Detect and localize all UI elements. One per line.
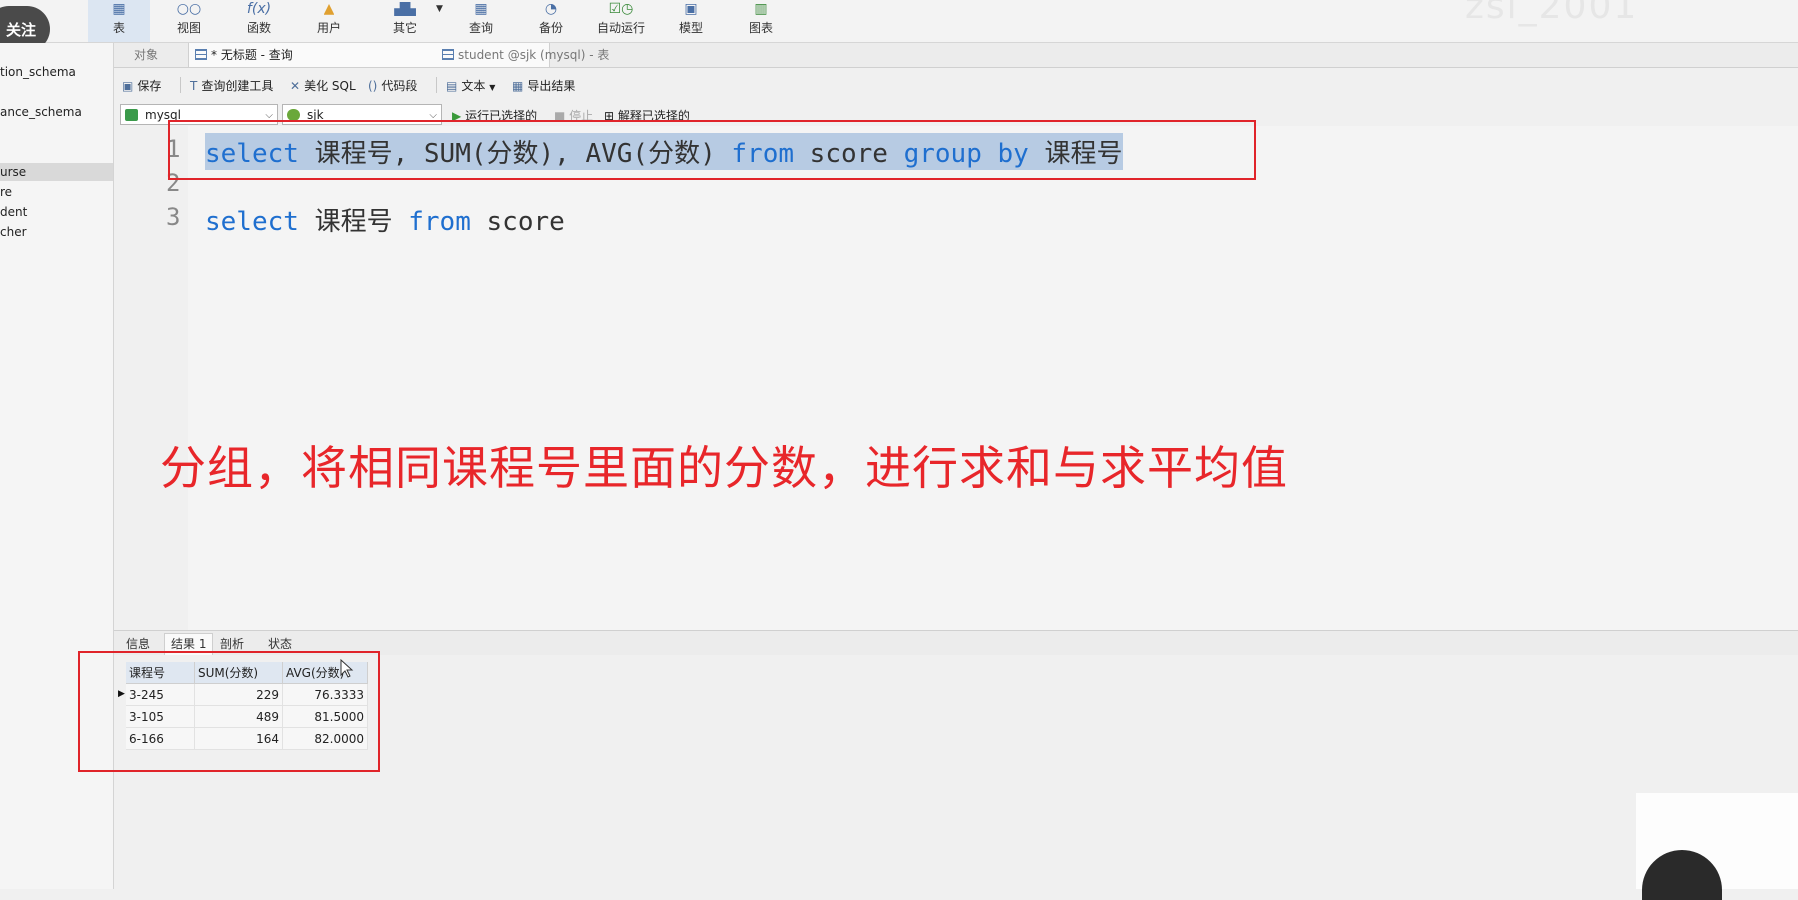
ribbon-auto-run-button[interactable]: ☑◷ 自动运行	[590, 0, 652, 42]
ribbon-label: 其它	[392, 21, 417, 35]
watermark: zsl_2001	[1465, 0, 1639, 27]
line-number: 3	[166, 203, 181, 231]
toolbar-divider	[436, 77, 437, 93]
ribbon-label: 表	[112, 21, 125, 35]
nav-item-course[interactable]: urse	[0, 163, 113, 181]
tab-student-table[interactable]: student @sjk (mysql) - 表	[436, 43, 798, 67]
export-label: 导出结果	[527, 79, 576, 93]
export-result-button[interactable]: ▦ 导出结果	[512, 77, 575, 94]
code-text: score	[470, 207, 565, 237]
ribbon-table-button[interactable]: ▦ 表	[88, 0, 150, 42]
auto-run-icon: ☑◷	[608, 2, 634, 16]
ribbon-label: 函数	[246, 21, 271, 35]
tab-label: student @sjk (mysql) - 表	[458, 48, 610, 62]
ribbon-user-button[interactable]: ▲ 用户	[298, 0, 360, 42]
backup-icon: ◔	[544, 2, 558, 16]
query-builder-label: 查询创建工具	[201, 79, 274, 93]
document-tab-bar: 对象 * 无标题 - 查询 student @sjk (mysql) - 表	[114, 43, 1798, 68]
ribbon-label: 备份	[538, 21, 563, 35]
ribbon-label: 图表	[748, 21, 773, 35]
nav-item-schema[interactable]: tion_schema	[0, 63, 113, 81]
ribbon-function-button[interactable]: f(x) 函数	[228, 0, 290, 42]
save-button[interactable]: ▣ 保存	[122, 77, 161, 94]
main-ribbon: 关注 ▦ 表 ○○ 视图 f(x) 函数 ▲ 用户 ▟▙ 其它 ▼ ▦ 查询 ◔…	[0, 0, 1798, 52]
keyword: select	[205, 207, 299, 237]
mouse-cursor-icon	[340, 659, 354, 678]
snippet-label: 代码段	[381, 79, 418, 93]
keyword: from	[408, 207, 471, 237]
ribbon-label: 查询	[468, 21, 493, 35]
toolbar-divider	[180, 77, 181, 93]
export-icon: ▦	[512, 79, 524, 93]
wand-icon: ✕	[290, 79, 301, 93]
beautify-sql-button[interactable]: ✕ 美化 SQL	[290, 77, 356, 94]
table-tab-icon	[442, 49, 454, 60]
code-line-3[interactable]: select 课程号 from score	[205, 201, 565, 238]
braces-icon: ()	[368, 79, 378, 93]
ribbon-label: 用户	[316, 21, 341, 35]
chevron-down-icon: ▼	[489, 83, 496, 92]
ribbon-view-button[interactable]: ○○ 视图	[158, 0, 220, 42]
ribbon-label: 视图	[176, 21, 201, 35]
ribbon-model-button[interactable]: ▣ 模型	[660, 0, 722, 42]
user-icon: ▲	[323, 2, 335, 16]
model-icon: ▣	[684, 2, 698, 16]
query-icon: ▦	[474, 2, 488, 16]
chart-icon: ▥	[754, 2, 768, 16]
function-icon: f(x)	[246, 2, 272, 16]
highlight-box-query	[168, 120, 1256, 180]
query-builder-button[interactable]: T 查询创建工具	[190, 77, 273, 94]
highlight-box-result	[78, 651, 380, 772]
tab-objects[interactable]: 对象	[128, 43, 194, 67]
ribbon-label: 模型	[678, 21, 703, 35]
ribbon-label: 自动运行	[596, 21, 645, 35]
view-icon: ○○	[176, 2, 202, 16]
ribbon-chart-button[interactable]: ▥ 图表	[730, 0, 792, 42]
ribbon-other-button[interactable]: ▟▙ 其它	[374, 0, 436, 42]
ribbon-query-button[interactable]: ▦ 查询	[450, 0, 512, 42]
query-toolbar: ▣ 保存 T 查询创建工具 ✕ 美化 SQL () 代码段 ▤ 文本 ▼ ▦ 导出结果	[114, 68, 1798, 102]
tab-label: * 无标题 - 查询	[211, 48, 293, 62]
beautify-label: 美化 SQL	[304, 79, 356, 93]
annotation-text: 分组，将相同课程号里面的分数，进行求和与求平均值	[160, 441, 1288, 495]
save-label: 保存	[137, 79, 162, 93]
nav-item-schema[interactable]: ance_schema	[0, 103, 113, 121]
save-icon: ▣	[122, 79, 134, 93]
nav-item-student[interactable]: dent	[0, 203, 113, 221]
nav-item-teacher[interactable]: cher	[0, 223, 113, 241]
other-dropdown-arrow-icon[interactable]: ▼	[436, 4, 443, 14]
table-icon: ▦	[112, 2, 126, 16]
code-text: 课程号	[298, 207, 409, 237]
nav-item-score[interactable]: re	[0, 183, 113, 201]
text-button[interactable]: ▤ 文本 ▼	[446, 77, 495, 94]
hammer-icon: T	[190, 79, 198, 93]
line-gutter	[114, 126, 186, 630]
ribbon-backup-button[interactable]: ◔ 备份	[520, 0, 582, 42]
other-icon: ▟▙	[394, 2, 416, 16]
query-tab-icon	[195, 49, 207, 60]
code-snippet-button[interactable]: () 代码段	[368, 77, 417, 94]
connection-icon	[125, 109, 138, 121]
document-icon: ▤	[446, 79, 458, 93]
text-label: 文本	[461, 79, 486, 93]
